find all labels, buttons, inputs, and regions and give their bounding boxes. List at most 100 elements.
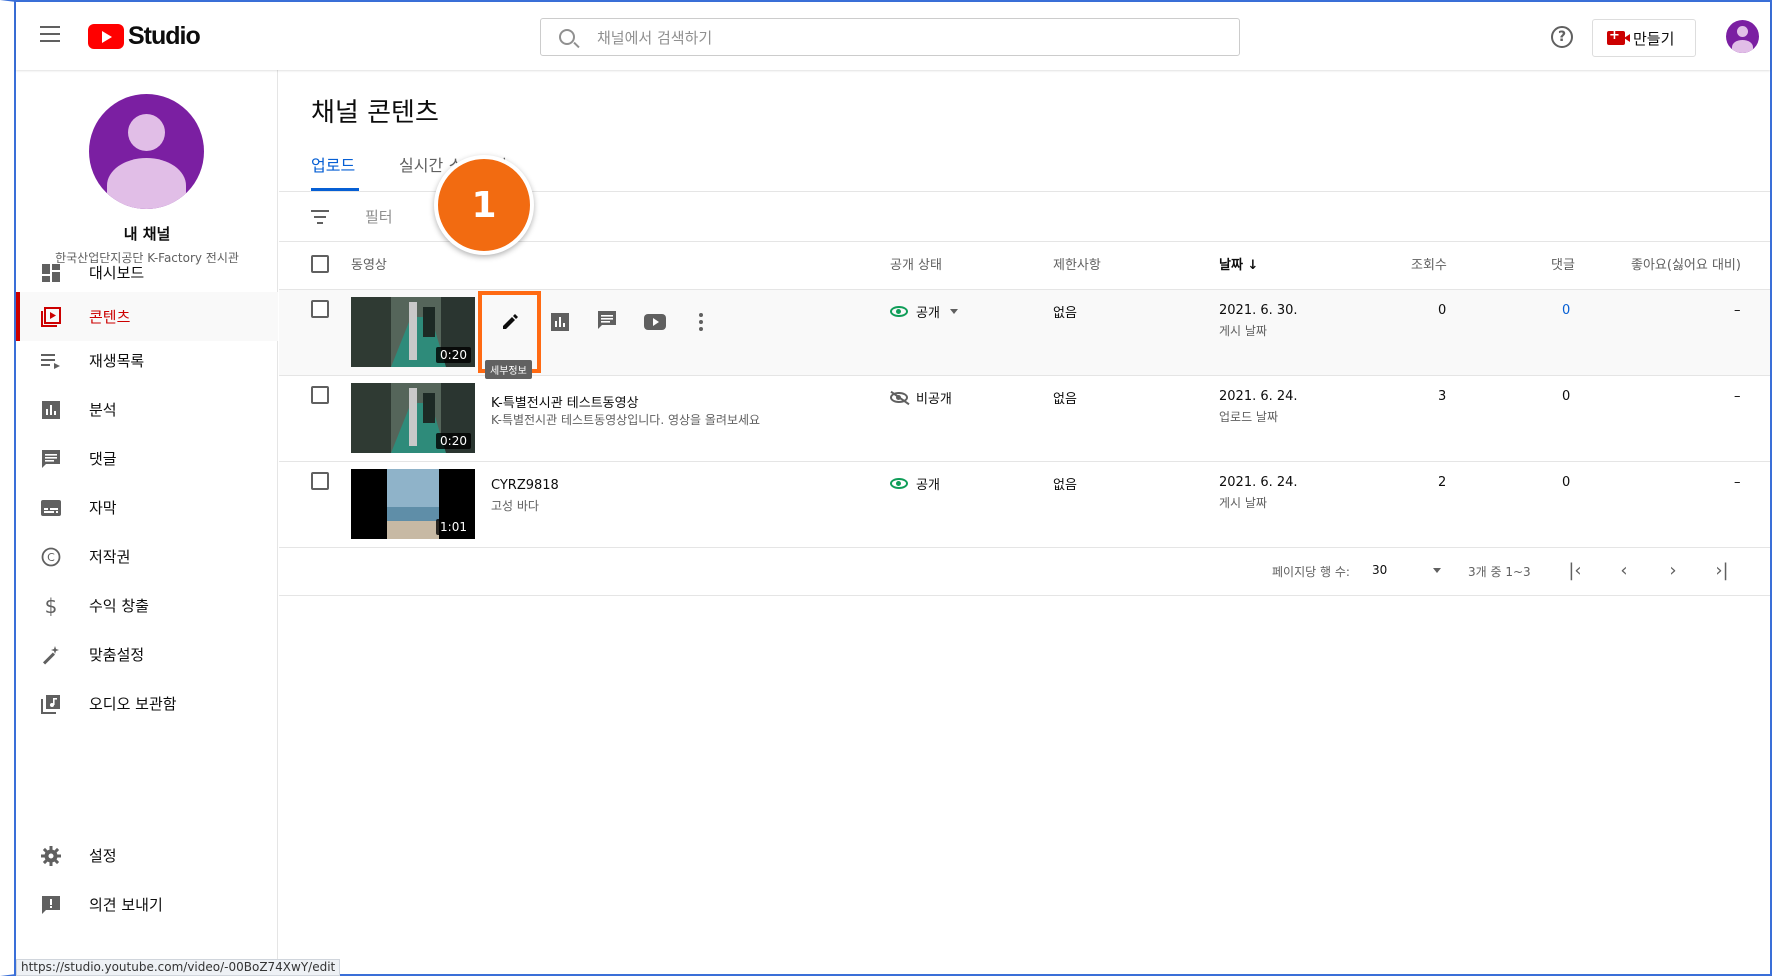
help-icon[interactable]: ?	[1551, 26, 1573, 48]
search-icon	[559, 29, 575, 45]
first-page-icon[interactable]: |‹	[1565, 560, 1585, 581]
gear-icon	[40, 845, 62, 867]
status-bar-url: https://studio.youtube.com/video/-00BoZ7…	[16, 959, 341, 976]
sort-down-icon: ↓	[1247, 258, 1259, 273]
create-button[interactable]: 만들기	[1592, 19, 1696, 57]
search-placeholder: 채널에서 검색하기	[597, 28, 713, 47]
page-range: 3개 중 1~3	[1468, 565, 1531, 579]
restriction-value: 없음	[1053, 306, 1077, 321]
pagination-bar	[279, 546, 1770, 596]
sidebar-item-dashboard[interactable]: 대시보드	[16, 248, 278, 297]
visibility-dropdown[interactable]: 공개	[890, 302, 958, 321]
step-badge: 1	[434, 155, 534, 255]
sidebar-item-label: 분석	[89, 401, 117, 419]
chevron-down-icon	[1433, 568, 1442, 573]
views-value: 3	[1438, 389, 1447, 404]
column-date-label: 날짜	[1219, 258, 1243, 273]
playlist-icon	[40, 350, 62, 372]
row-checkbox[interactable]	[311, 300, 329, 318]
row-checkbox[interactable]	[311, 472, 329, 490]
subtitles-icon	[40, 497, 62, 519]
previous-page-icon[interactable]: ‹	[1614, 560, 1634, 581]
sidebar-item-monetization[interactable]: $ 수익 창출	[16, 581, 278, 630]
eye-off-icon	[890, 392, 908, 403]
column-likes: 좋아요(싫어요 대비)	[1631, 258, 1741, 273]
channel-name: 내 채널	[123, 225, 171, 243]
restriction-value: 없음	[1053, 478, 1077, 493]
copyright-icon: C	[40, 546, 62, 568]
video-description: 고성 바다	[491, 499, 539, 513]
comments-icon[interactable]	[595, 308, 619, 332]
rows-per-page-label: 페이지당 행 수:	[1272, 565, 1350, 579]
visibility-label: 비공개	[916, 392, 952, 407]
column-comments: 댓글	[1551, 258, 1575, 273]
pencil-icon[interactable]	[498, 310, 522, 334]
filter-input[interactable]: 필터	[365, 206, 393, 227]
comments-value: 0	[1562, 389, 1571, 404]
sidebar-item-label: 대시보드	[89, 264, 145, 282]
sidebar-item-feedback[interactable]: 의견 보내기	[16, 880, 278, 929]
video-camera-icon	[1607, 28, 1630, 45]
sidebar-item-customization[interactable]: 맞춤설정	[16, 630, 278, 679]
sidebar-item-comments[interactable]: 댓글	[16, 434, 278, 483]
account-avatar[interactable]	[1726, 20, 1759, 53]
video-thumbnail[interactable]: 0:20	[351, 297, 475, 367]
analytics-icon[interactable]	[548, 310, 572, 334]
select-all-checkbox[interactable]	[311, 255, 329, 273]
comments-value: 0	[1562, 475, 1571, 490]
column-restrictions: 제한사항	[1053, 258, 1101, 273]
sidebar-item-label: 콘텐츠	[89, 308, 131, 326]
tab-uploads[interactable]: 업로드	[311, 152, 355, 176]
row-checkbox[interactable]	[311, 386, 329, 404]
comments-value[interactable]: 0	[1562, 303, 1570, 318]
chevron-down-icon	[949, 309, 958, 314]
date-value: 2021. 6. 30.	[1219, 303, 1298, 318]
analytics-icon	[40, 399, 62, 421]
video-title[interactable]: K-특별전시관 테스트동영상	[491, 392, 639, 411]
date-type: 게시 날짜	[1219, 324, 1267, 338]
sidebar-item-label: 댓글	[89, 450, 117, 468]
rows-per-page-select[interactable]: 30	[1372, 563, 1442, 577]
sidebar-item-analytics[interactable]: 분석	[16, 385, 278, 434]
sidebar-item-settings[interactable]: 설정	[16, 831, 278, 880]
content-icon	[40, 306, 62, 328]
more-options-icon[interactable]	[689, 310, 713, 334]
visibility-label: 공개	[916, 478, 940, 493]
youtube-icon[interactable]	[643, 310, 667, 334]
sidebar-item-copyright[interactable]: C 저작권	[16, 532, 278, 581]
date-value: 2021. 6. 24.	[1219, 475, 1298, 490]
video-title[interactable]: CYRZ9818	[491, 478, 559, 493]
likes-value: –	[1734, 303, 1741, 318]
date-type: 게시 날짜	[1219, 496, 1267, 510]
sidebar-item-playlists[interactable]: 재생목록	[16, 336, 278, 385]
sidebar-item-content[interactable]: 콘텐츠	[16, 292, 278, 341]
sidebar-item-audio-library[interactable]: 오디오 보관함	[16, 679, 278, 728]
filter-icon[interactable]	[311, 210, 329, 228]
sidebar-item-label: 설정	[89, 847, 117, 865]
top-bar: Studio 채널에서 검색하기 ? 만들기	[16, 2, 1770, 70]
svg-text:C: C	[47, 551, 55, 564]
youtube-play-icon	[88, 24, 124, 49]
column-visibility: 공개 상태	[890, 258, 942, 273]
feedback-icon	[40, 894, 62, 916]
search-input[interactable]: 채널에서 검색하기	[540, 18, 1240, 56]
comments-icon	[40, 448, 62, 470]
next-page-icon[interactable]: ›	[1663, 560, 1683, 581]
video-thumbnail[interactable]: 0:20	[351, 383, 475, 453]
menu-icon[interactable]	[40, 26, 60, 42]
visibility-status[interactable]: 공개	[890, 474, 940, 493]
eye-icon	[890, 306, 908, 317]
sidebar-item-label: 의견 보내기	[89, 896, 163, 914]
studio-logo[interactable]: Studio	[88, 22, 201, 51]
main-content: 채널 콘텐츠 업로드 실시간 스트리밍 필터 동영상 공개 상태 제한사항 날짜…	[279, 70, 1770, 974]
last-page-icon[interactable]: ›|	[1712, 560, 1732, 581]
sidebar-item-label: 맞춤설정	[89, 646, 145, 664]
create-label: 만들기	[1633, 29, 1675, 48]
sidebar-item-label: 자막	[89, 499, 117, 517]
column-views: 조회수	[1411, 258, 1447, 273]
channel-avatar[interactable]	[89, 94, 204, 209]
visibility-status[interactable]: 비공개	[890, 388, 952, 407]
video-thumbnail[interactable]: 1:01	[351, 469, 475, 539]
column-date[interactable]: 날짜 ↓	[1219, 254, 1258, 273]
sidebar-item-subtitles[interactable]: 자막	[16, 483, 278, 532]
